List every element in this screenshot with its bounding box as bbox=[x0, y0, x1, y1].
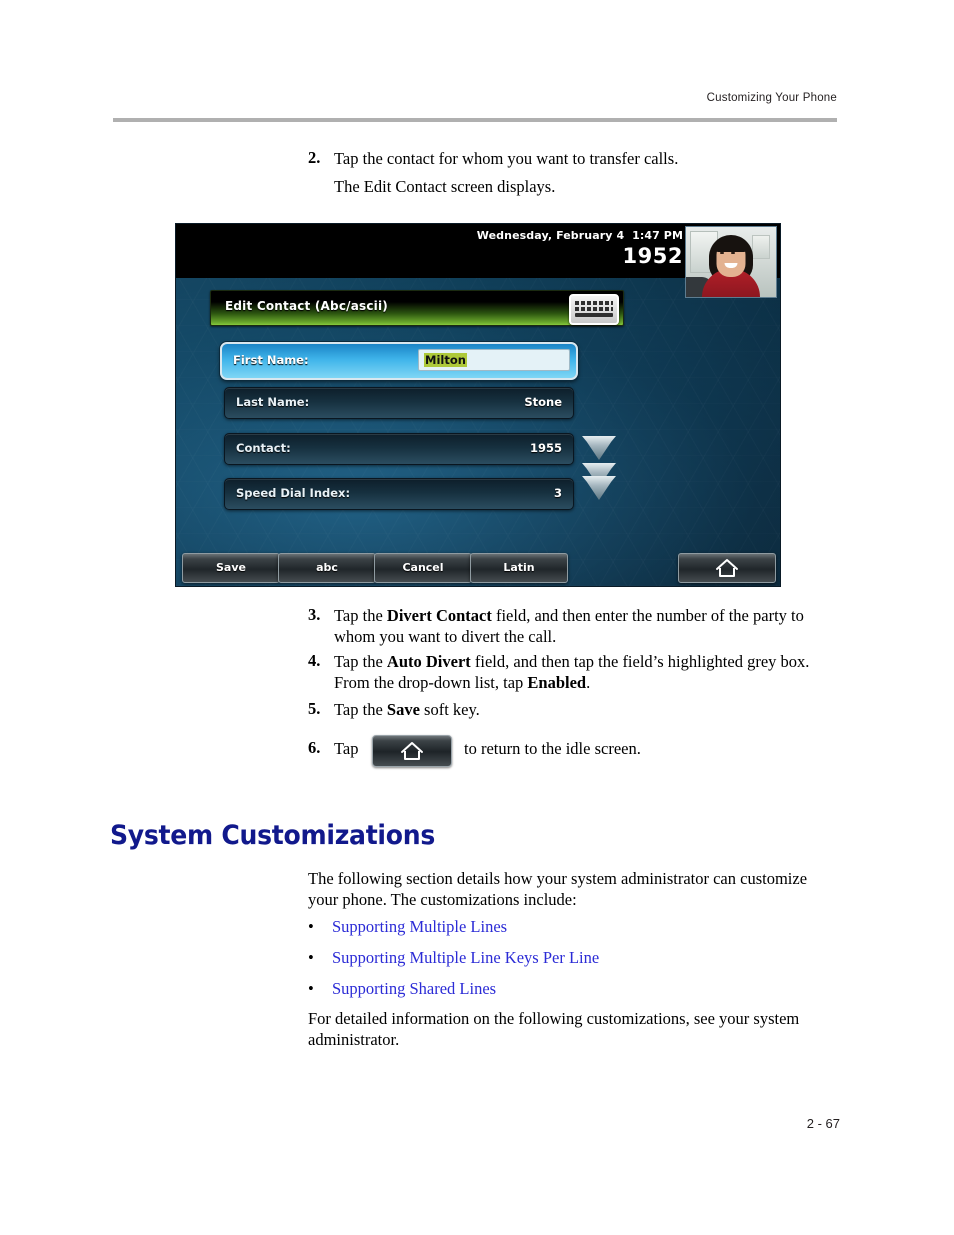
keyboard-icon[interactable] bbox=[569, 294, 619, 325]
header-rule bbox=[113, 118, 837, 122]
step-5-text: Tap the Save soft key. bbox=[334, 700, 480, 719]
home-icon bbox=[715, 558, 739, 583]
step-2: 2. Tap the contact for whom you want to … bbox=[308, 148, 848, 169]
step-2-number: 2. bbox=[308, 148, 321, 167]
soft-key-latin[interactable]: Latin bbox=[470, 553, 568, 583]
field-first-name-input[interactable]: Milton bbox=[418, 349, 570, 371]
bullet-marker: • bbox=[308, 917, 314, 936]
step-6-text-b: to return to the idle screen. bbox=[464, 739, 641, 758]
soft-key-label: Latin bbox=[503, 561, 535, 574]
step-6-number: 6. bbox=[308, 738, 321, 757]
step-4-text: Tap the Auto Divert field, and then tap … bbox=[334, 652, 810, 693]
bullet-marker: • bbox=[308, 979, 314, 998]
field-contact-value: 1955 bbox=[529, 441, 562, 455]
soft-key-label: Save bbox=[216, 561, 246, 574]
phone-screen-figure: Wednesday, February 4 1:47 PM 1952 Edit … bbox=[176, 224, 780, 586]
link-supporting-multiple-line-keys-per-line[interactable]: Supporting Multiple Line Keys Per Line bbox=[332, 948, 599, 968]
step-3: 3. Tap the Divert Contact field, and the… bbox=[308, 605, 838, 647]
section-heading: System Customizations bbox=[110, 820, 436, 851]
running-header: Customizing Your Phone bbox=[706, 92, 837, 104]
soft-key-label: Cancel bbox=[402, 561, 444, 574]
field-first-name-label: First Name: bbox=[233, 353, 309, 367]
step-5-number: 5. bbox=[308, 699, 321, 718]
step-4: 4. Tap the Auto Divert field, and then t… bbox=[308, 651, 843, 693]
field-first-name[interactable]: First Name: Milton bbox=[220, 342, 578, 380]
field-first-name-value: Milton bbox=[424, 353, 467, 367]
field-speed-dial-index-label: Speed Dial Index: bbox=[236, 486, 351, 500]
soft-key-home[interactable] bbox=[678, 553, 776, 583]
inline-home-button[interactable] bbox=[372, 735, 452, 767]
field-last-name[interactable]: Last Name: Stone bbox=[224, 387, 574, 419]
field-last-name-label: Last Name: bbox=[236, 395, 310, 409]
step-5: 5. Tap the Save soft key. bbox=[308, 699, 708, 720]
document-page: Customizing Your Phone 2. Tap the contac… bbox=[0, 0, 954, 1235]
field-last-name-value: Stone bbox=[524, 395, 562, 409]
page-number: 2 - 67 bbox=[806, 1116, 840, 1131]
phone-status-bar: Wednesday, February 4 1:47 PM 1952 bbox=[176, 224, 780, 298]
step-3-text: Tap the Divert Contact field, and then e… bbox=[334, 606, 804, 647]
field-contact-label: Contact: bbox=[236, 441, 291, 455]
soft-key-save[interactable]: Save bbox=[182, 553, 280, 583]
chevron-down-icon-3[interactable] bbox=[582, 476, 616, 500]
status-extension: 1952 bbox=[622, 244, 683, 268]
step-6-text-a: Tap bbox=[334, 739, 359, 758]
list-item: • Supporting Multiple Lines bbox=[308, 917, 728, 937]
step-6: 6. Tap bbox=[308, 738, 368, 759]
soft-key-cancel[interactable]: Cancel bbox=[374, 553, 472, 583]
soft-key-abc[interactable]: abc bbox=[278, 553, 376, 583]
section-intro: The following section details how your s… bbox=[308, 869, 808, 910]
section-outro: For detailed information on the followin… bbox=[308, 1009, 800, 1050]
step-4-number: 4. bbox=[308, 651, 321, 670]
field-contact[interactable]: Contact: 1955 bbox=[224, 433, 574, 465]
step-2-text: Tap the contact for whom you want to tra… bbox=[334, 149, 679, 168]
soft-key-label: abc bbox=[316, 561, 338, 574]
screen-title-bar: Edit Contact (Abc/ascii) bbox=[210, 290, 624, 326]
home-icon bbox=[400, 741, 424, 766]
status-datetime: Wednesday, February 4 1:47 PM bbox=[476, 229, 683, 242]
screen-title-label: Edit Contact (Abc/ascii) bbox=[225, 299, 388, 313]
bullet-marker: • bbox=[308, 948, 314, 967]
link-supporting-shared-lines[interactable]: Supporting Shared Lines bbox=[332, 979, 496, 999]
list-item: • Supporting Shared Lines bbox=[308, 979, 728, 999]
field-speed-dial-index-value: 3 bbox=[553, 486, 562, 500]
step-3-number: 3. bbox=[308, 605, 321, 624]
link-supporting-multiple-lines[interactable]: Supporting Multiple Lines bbox=[332, 917, 507, 937]
chevron-down-icon[interactable] bbox=[582, 436, 616, 460]
scroll-indicators[interactable] bbox=[582, 436, 622, 516]
step-2-subtext: The Edit Contact screen displays. bbox=[334, 177, 556, 196]
list-item: • Supporting Multiple Line Keys Per Line bbox=[308, 948, 728, 968]
contact-photo bbox=[685, 226, 777, 298]
field-speed-dial-index[interactable]: Speed Dial Index: 3 bbox=[224, 478, 574, 510]
